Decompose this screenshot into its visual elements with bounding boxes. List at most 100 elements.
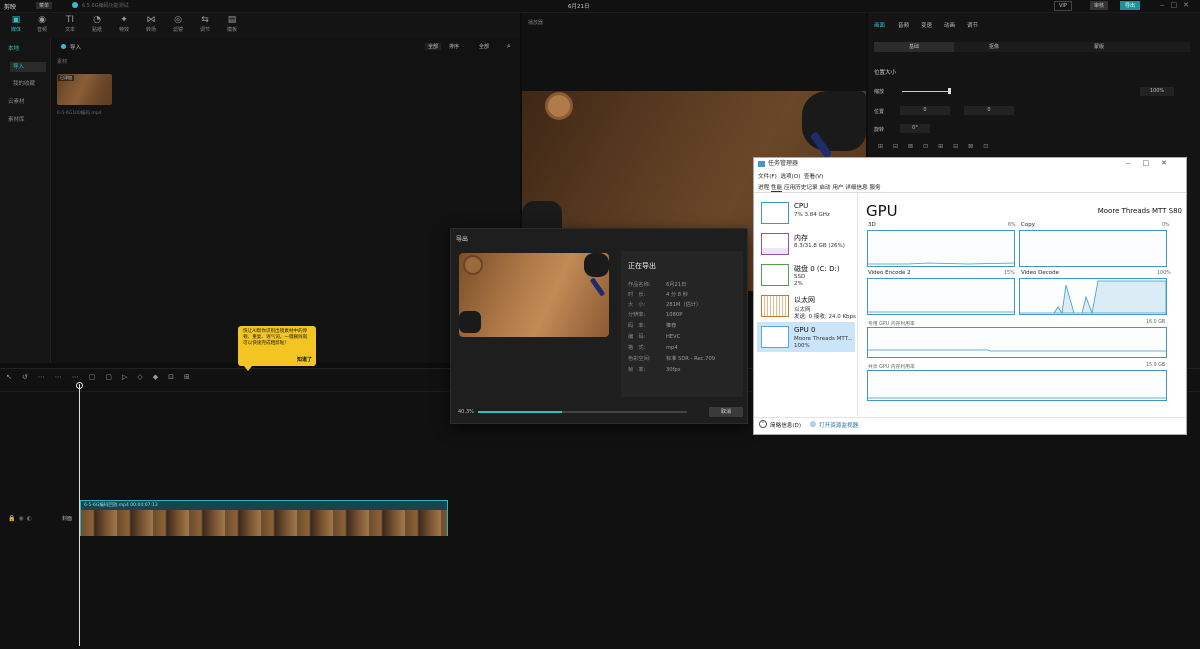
chevron-up-icon[interactable]: ⌃: [759, 420, 767, 428]
align-icons[interactable]: ⊞⊟⊠⊡⊞⊟⊠⊡: [878, 143, 998, 150]
tool-filter[interactable]: ◎ 滤镜: [166, 15, 190, 37]
search-icon[interactable]: ⌕: [507, 42, 511, 51]
preview-gamepad-left: [459, 311, 481, 333]
effects-icon: ✦: [120, 15, 128, 25]
gpu-thumb: [761, 326, 789, 348]
subtabs: 基础 抠像 蒙版: [874, 42, 1190, 52]
graph-copy: [1019, 230, 1167, 267]
menu-options[interactable]: 选项(O): [780, 174, 800, 180]
media-thumbnail[interactable]: 已添加: [57, 74, 112, 105]
cover-label[interactable]: 封面: [62, 515, 72, 522]
position-x[interactable]: 0: [900, 106, 950, 115]
tool-effects[interactable]: ✦ 特效: [112, 15, 136, 37]
scale-handle[interactable]: [948, 88, 951, 94]
tooltip-text: 快让AI帮你识别出镜素材中的停顿、重复、语气词，一键删除就可以快速完成粗剪啦！: [243, 329, 308, 346]
sort-button[interactable]: 排序: [449, 43, 459, 50]
export-button[interactable]: 导出: [1120, 1, 1141, 10]
shared-label: 共享 GPU 内存利用率: [868, 365, 915, 370]
tool-audio[interactable]: ◉ 音频: [30, 15, 54, 37]
perf-item-ethernet[interactable]: 以太网 以太网 发送: 0 接收: 24.0 Kbps: [757, 291, 856, 321]
position-y[interactable]: 0: [964, 106, 1014, 115]
window-controls[interactable]: ‒□✕: [1126, 159, 1179, 167]
vip-button[interactable]: VIP: [1054, 1, 1072, 11]
review-button[interactable]: 审核: [1090, 1, 1109, 10]
nav-library[interactable]: 素材库: [5, 115, 25, 125]
perf-item-disk[interactable]: 磁盘 0 (C: D:) SSD 2%: [757, 260, 855, 290]
scale-slider[interactable]: [902, 91, 948, 92]
graph-label-decode: Video Decode: [1021, 270, 1060, 276]
preview-plant: [465, 257, 481, 273]
track-controls[interactable]: 🔒◉◐: [8, 515, 35, 522]
timeline-clip[interactable]: 6-5-6G编码回放.mp4 00:04:07:13: [80, 500, 448, 536]
tab-users[interactable]: 用户: [832, 185, 843, 191]
tool-media[interactable]: ▣ 媒体: [4, 15, 28, 37]
tab-animation[interactable]: 动画: [944, 21, 955, 29]
cancel-button[interactable]: 取消: [709, 407, 743, 417]
playhead-handle[interactable]: [76, 382, 83, 389]
filter-button[interactable]: 全部: [479, 43, 489, 50]
info-row: 作品名称: 6月21日: [628, 282, 687, 288]
perf-item-cpu[interactable]: CPU 7% 3.84 GHz: [757, 198, 855, 228]
window-controls[interactable]: ‒□✕: [1160, 1, 1195, 9]
perf-item-gpu[interactable]: GPU 0 Moore Threads MTT... 100%: [757, 322, 855, 352]
filter-icon: ◎: [174, 15, 182, 25]
nav-local[interactable]: 本地: [5, 44, 19, 54]
view-toggle[interactable]: 全部: [425, 43, 442, 50]
perf-item-memory[interactable]: 内存 8.3/31.8 GB (26%): [757, 229, 855, 259]
scale-label: 缩放: [874, 89, 885, 95]
fewer-details-link[interactable]: 简略信息(D): [770, 421, 801, 429]
divider: [754, 192, 1186, 193]
tab-startup[interactable]: 启动: [819, 185, 830, 191]
open-resource-monitor-link[interactable]: 打开资源监视器: [819, 421, 858, 429]
tab-services[interactable]: 服务: [869, 185, 880, 191]
subtab-cutout[interactable]: 抠像: [989, 42, 999, 52]
audio-icon: ◉: [38, 15, 46, 25]
scale-value[interactable]: 100%: [1140, 87, 1174, 96]
dedicated-max: 16.0 GB: [1146, 320, 1166, 325]
position-label: 位置: [874, 109, 885, 115]
subtab-mask[interactable]: 蒙版: [1094, 42, 1104, 52]
menu-file[interactable]: 文件(F): [758, 174, 777, 180]
preview-gamepad: [584, 253, 609, 277]
info-row: 格 式: mp4: [628, 345, 678, 351]
rotate-value[interactable]: 0°: [900, 124, 930, 133]
tab-app-history[interactable]: 应用历史记录: [784, 185, 818, 191]
info-row: 时 长: 4 分 8 秒: [628, 292, 688, 298]
tool-adjust[interactable]: ⇆ 调节: [193, 15, 217, 37]
subtab-basic[interactable]: 基础: [874, 42, 954, 52]
tool-text[interactable]: TI 文本: [58, 15, 82, 37]
tab-details[interactable]: 详细信息: [845, 185, 867, 191]
timeline-tools[interactable]: ↖↺⋯⋯⋯▢▢▷◇◆⊡⊞: [6, 373, 200, 381]
nav-import[interactable]: 导入: [10, 62, 46, 72]
page-title: 6月21日: [568, 4, 590, 10]
info-row: 帧 率: 30fps: [628, 367, 681, 373]
export-status: 正在导出: [628, 262, 656, 270]
tab-audio[interactable]: 音频: [898, 21, 909, 29]
import-label[interactable]: 导入: [70, 43, 81, 51]
section-label: 素材: [57, 59, 68, 65]
clip-filmstrip: [81, 510, 447, 536]
nav-cloud[interactable]: 云素材: [5, 97, 25, 107]
cpu-thumb: [761, 202, 789, 224]
tooltip-dismiss[interactable]: 知道了: [297, 357, 312, 363]
tab-picture[interactable]: 画面: [874, 21, 885, 29]
nav-favorites[interactable]: 我的收藏: [10, 79, 35, 89]
menu-button[interactable]: 菜单: [36, 2, 53, 9]
tab-performance[interactable]: 性能: [770, 185, 783, 192]
tab-speed[interactable]: 变速: [921, 21, 932, 29]
tab-processes[interactable]: 进程: [758, 185, 769, 191]
media-sidebar: 本地 导入 我的收藏 云素材 素材库: [0, 38, 50, 363]
timeline-clip-name: 6-5-6G编码回放.mp4 00:04:07:13: [84, 503, 158, 508]
graph-video-encode: [867, 278, 1015, 315]
tool-sticker[interactable]: ◔ 贴纸: [85, 15, 109, 37]
memory-thumb: [761, 233, 789, 255]
tool-template[interactable]: ▤ 模板: [220, 15, 244, 37]
tool-transition[interactable]: ⋈ 转场: [139, 15, 163, 37]
autosave-icon: [72, 2, 78, 8]
gamepad: [802, 91, 866, 151]
graph-pct-copy: 0%: [1162, 223, 1170, 228]
export-info: 正在导出 作品名称: 6月21日 时 长: 4 分 8 秒 大 小: 281M（估计）…: [621, 251, 743, 397]
import-icon: [61, 44, 66, 49]
tab-adjust[interactable]: 调节: [967, 21, 978, 29]
menu-view[interactable]: 查看(V): [804, 174, 823, 180]
